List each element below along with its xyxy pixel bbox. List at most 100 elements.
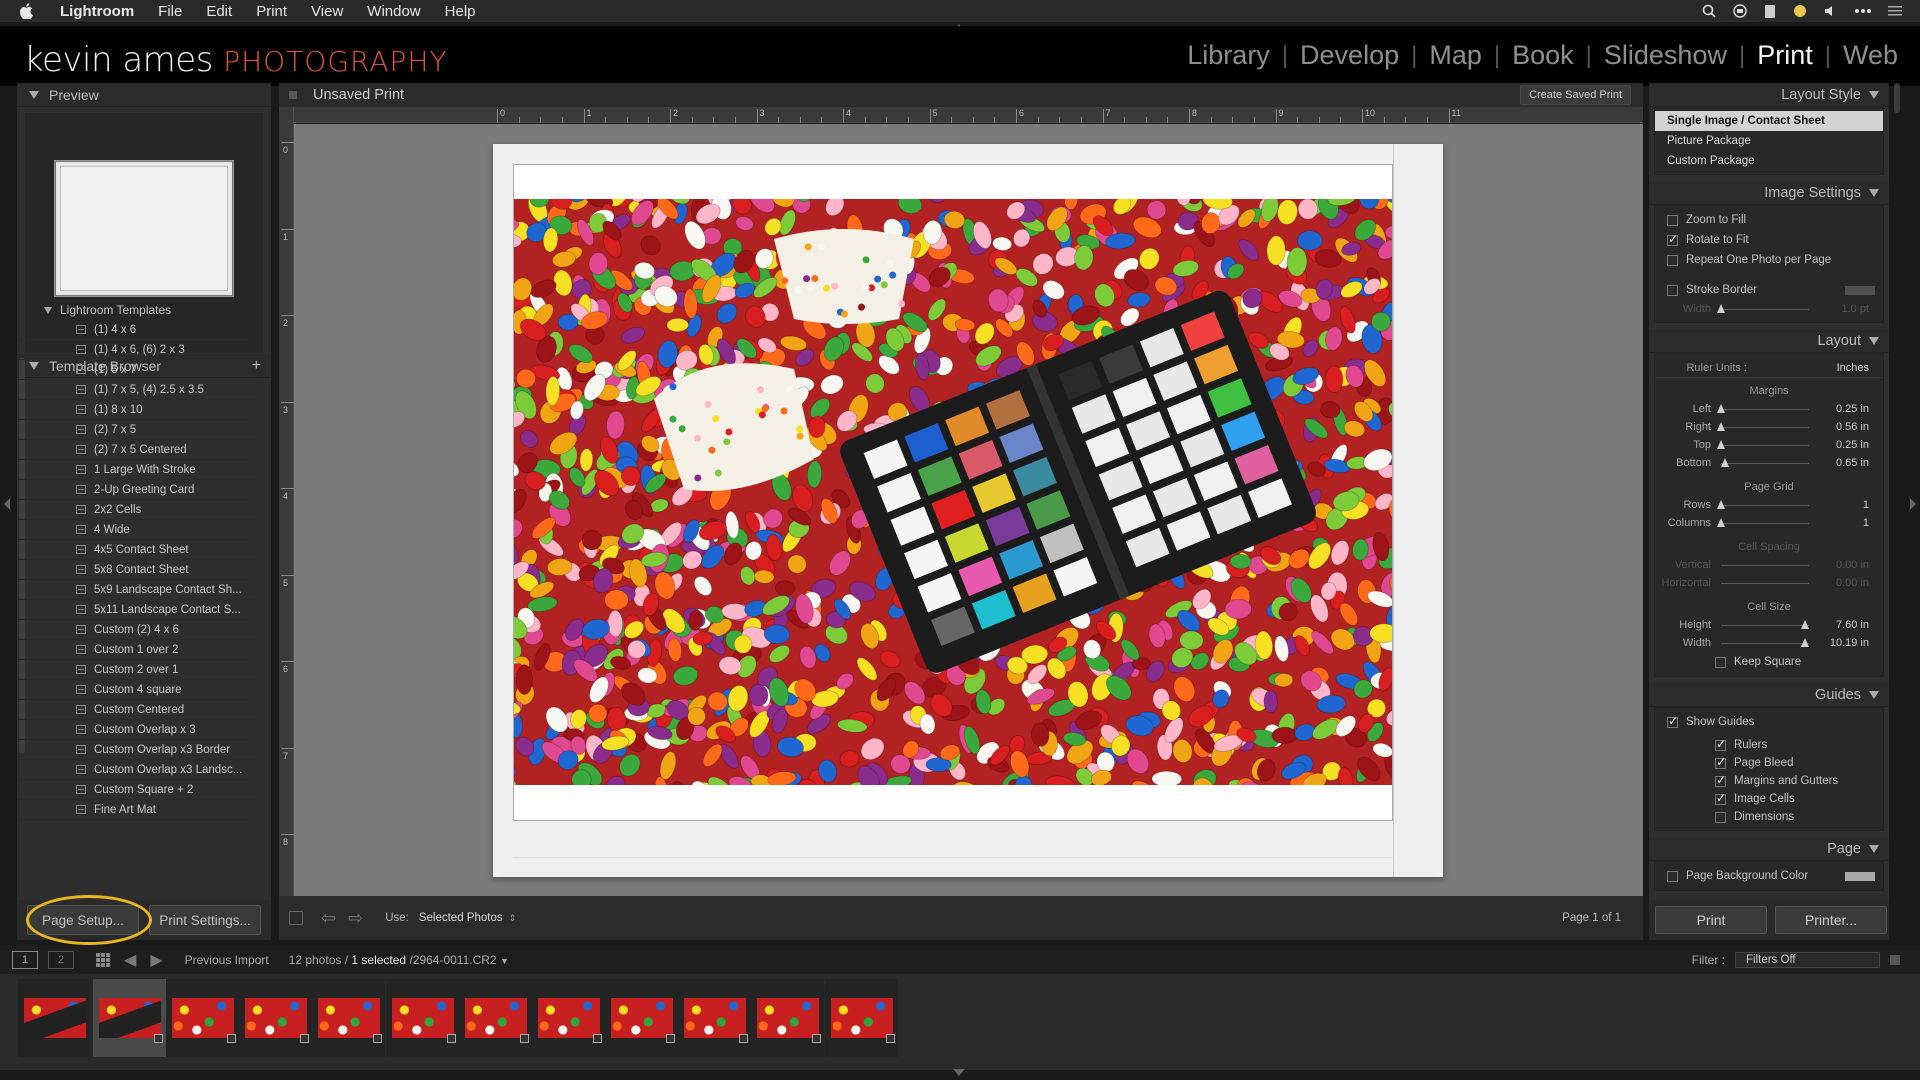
slider-knob[interactable] xyxy=(1717,499,1725,509)
module-print[interactable]: Print xyxy=(1745,40,1825,71)
module-library[interactable]: Library xyxy=(1175,40,1282,71)
template-item[interactable]: (2) 7 x 5 xyxy=(18,420,254,440)
template-item[interactable]: Custom Centered xyxy=(18,700,254,720)
guide-option[interactable]: Rulers xyxy=(1655,736,1883,754)
filmstrip-thumbnail[interactable] xyxy=(386,979,459,1057)
slider-value[interactable]: 0.00 in xyxy=(1836,559,1869,571)
rotate-to-fit-row[interactable]: Rotate to Fit xyxy=(1655,230,1883,250)
bottom-panel-toggle-icon[interactable] xyxy=(953,1069,965,1076)
filmstrip-thumbnail[interactable] xyxy=(312,979,385,1057)
grid-view-icon[interactable] xyxy=(96,953,110,967)
menu-edit[interactable]: Edit xyxy=(194,3,244,20)
slider-knob[interactable] xyxy=(1717,403,1725,413)
slider-knob[interactable] xyxy=(1717,303,1725,313)
page-header[interactable]: Page xyxy=(1649,837,1889,861)
use-select[interactable]: Selected Photos xyxy=(419,912,503,924)
keep-square-row[interactable]: Keep Square xyxy=(1655,652,1883,672)
slider-value[interactable]: 1 xyxy=(1863,499,1869,511)
doc-icon[interactable] xyxy=(1764,4,1776,19)
guides-header[interactable]: Guides xyxy=(1649,683,1889,707)
slider-knob[interactable] xyxy=(1717,439,1725,449)
print-settings-button[interactable]: Print Settings... xyxy=(149,905,261,935)
stroke-border-row[interactable]: Stroke Border xyxy=(1655,280,1883,300)
template-item[interactable]: (1) 8 x 10 xyxy=(18,400,254,420)
stroke-color-swatch[interactable] xyxy=(1845,285,1875,295)
menu-lightroom[interactable]: Lightroom xyxy=(48,3,146,20)
apple-icon[interactable] xyxy=(14,0,38,22)
next-page-icon[interactable]: ⇨ xyxy=(348,908,363,929)
filmstrip-thumbnail[interactable] xyxy=(166,979,239,1057)
more-icon[interactable] xyxy=(1854,8,1872,14)
slider-row[interactable]: Vertical 0.00 in xyxy=(1655,556,1883,574)
zoom-to-fill-row[interactable]: Zoom to Fill xyxy=(1655,210,1883,230)
stroke-width-track[interactable] xyxy=(1717,303,1809,313)
guide-checkbox[interactable] xyxy=(1715,755,1726,769)
template-item[interactable]: (1) 7 x 5, (4) 2.5 x 3.5 xyxy=(18,380,254,400)
template-item[interactable]: 4x5 Contact Sheet xyxy=(18,540,254,560)
zoom-to-fill-checkbox[interactable] xyxy=(1667,214,1678,226)
layout-style-header[interactable]: Layout Style xyxy=(1649,83,1889,107)
stroke-border-checkbox[interactable] xyxy=(1667,284,1678,296)
slider-track[interactable] xyxy=(1721,582,1809,584)
repeat-one-row[interactable]: Repeat One Photo per Page xyxy=(1655,250,1883,270)
slider-track[interactable] xyxy=(1721,619,1810,629)
slider-value[interactable]: 0.56 in xyxy=(1836,421,1869,433)
guide-option[interactable]: Dimensions xyxy=(1655,808,1883,826)
filmstrip-thumbnail[interactable] xyxy=(459,979,532,1057)
slider-track[interactable] xyxy=(1717,499,1809,509)
slider-row[interactable]: Top 0.25 in xyxy=(1655,436,1883,454)
template-item[interactable]: (2) 7 x 5 Centered xyxy=(18,440,254,460)
template-item[interactable]: 2x2 Cells xyxy=(18,500,254,520)
repeat-one-checkbox[interactable] xyxy=(1667,254,1678,266)
main-window-button[interactable]: 1 xyxy=(12,951,38,969)
template-item[interactable]: 5x11 Landscape Contact S... xyxy=(18,600,254,620)
template-item[interactable]: 2-Up Greeting Card xyxy=(18,480,254,500)
template-folder[interactable]: Lightroom Templates xyxy=(18,300,254,320)
filmstrip-thumbnail[interactable] xyxy=(18,979,91,1057)
slider-track[interactable] xyxy=(1721,564,1809,566)
search-icon[interactable] xyxy=(1702,4,1716,18)
slider-knob[interactable] xyxy=(1801,619,1810,629)
slider-value[interactable]: 1 xyxy=(1863,517,1869,529)
volume-icon[interactable] xyxy=(1824,4,1838,18)
ruler-units-select[interactable]: Inches xyxy=(1837,362,1869,374)
slider-row[interactable]: Rows 1 xyxy=(1655,496,1883,514)
slider-value[interactable]: 7.60 in xyxy=(1836,619,1869,631)
guide-checkbox[interactable] xyxy=(1715,791,1726,805)
module-map[interactable]: Map xyxy=(1417,40,1494,71)
select-toggle[interactable] xyxy=(289,911,303,925)
module-book[interactable]: Book xyxy=(1500,40,1586,71)
module-develop[interactable]: Develop xyxy=(1288,40,1411,71)
slider-row[interactable]: Bottom 0.65 in xyxy=(1655,454,1883,472)
slider-value[interactable]: 0.00 in xyxy=(1836,577,1869,589)
template-item[interactable]: Custom Overlap x3 Landsc... xyxy=(18,760,254,780)
filter-select[interactable]: Filters Off xyxy=(1735,952,1880,968)
slider-row[interactable]: Columns 1 xyxy=(1655,514,1883,532)
menu-print[interactable]: Print xyxy=(244,3,299,20)
slider-track[interactable] xyxy=(1721,637,1810,647)
filmstrip-thumbnail[interactable] xyxy=(93,979,166,1057)
slider-row[interactable]: Horizontal 0.00 in xyxy=(1655,574,1883,592)
slider-row[interactable]: Width 10.19 in xyxy=(1655,634,1883,652)
show-guides-row[interactable]: Show Guides xyxy=(1655,712,1883,732)
cloud-icon[interactable] xyxy=(1792,4,1808,18)
filmstrip-thumbnail[interactable] xyxy=(678,979,751,1057)
print-button[interactable]: Print xyxy=(1655,906,1767,934)
image-cell[interactable] xyxy=(514,199,1392,785)
filmstrip-source[interactable]: Previous Import xyxy=(185,953,269,967)
image-settings-header[interactable]: Image Settings xyxy=(1649,181,1889,205)
guide-option[interactable]: Image Cells xyxy=(1655,790,1883,808)
slider-knob[interactable] xyxy=(1717,421,1725,431)
template-item[interactable]: 4 Wide xyxy=(18,520,254,540)
forward-arrow-icon[interactable]: ▶ xyxy=(150,950,162,970)
filmstrip-thumbnail[interactable] xyxy=(751,979,824,1057)
slider-value[interactable]: 0.65 in xyxy=(1836,457,1869,469)
template-item[interactable]: (1) 4 x 6 xyxy=(18,320,254,340)
right-panel-scrollbar[interactable] xyxy=(1894,83,1900,113)
template-item[interactable]: 1 Large With Stroke xyxy=(18,460,254,480)
template-item[interactable]: (1) 5 x 7 xyxy=(18,360,254,380)
printer-button[interactable]: Printer... xyxy=(1775,906,1887,934)
slider-row[interactable]: Height 7.60 in xyxy=(1655,616,1883,634)
page-bg-checkbox[interactable] xyxy=(1667,870,1678,882)
preview-panel-header[interactable]: Preview xyxy=(17,83,271,107)
